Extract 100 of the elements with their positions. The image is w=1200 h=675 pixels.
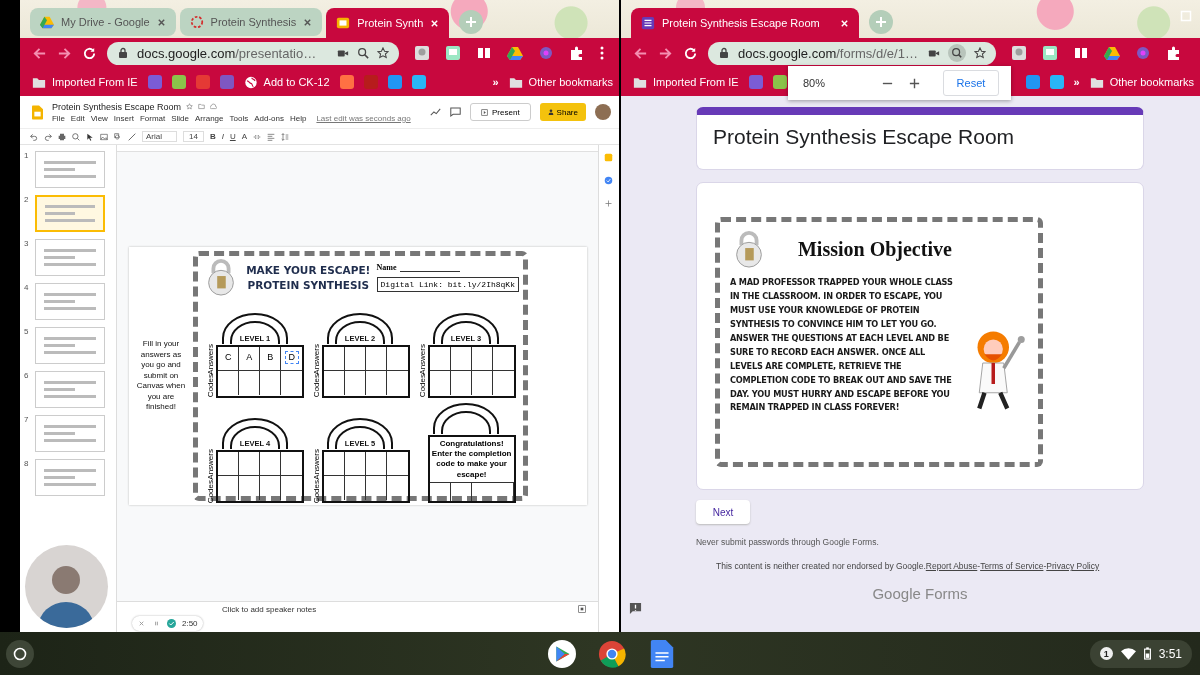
zoom-icon[interactable] bbox=[71, 132, 80, 141]
extension-icon[interactable] bbox=[1010, 45, 1027, 61]
star-icon[interactable] bbox=[376, 47, 389, 59]
reset-button[interactable]: Reset bbox=[942, 70, 999, 96]
footer-link[interactable]: Privacy Policy bbox=[1046, 561, 1100, 571]
bookmark-folder[interactable]: Other bookmarks bbox=[508, 75, 613, 89]
check-icon[interactable] bbox=[166, 619, 176, 628]
extension-icon[interactable] bbox=[444, 45, 461, 61]
extension-icon[interactable] bbox=[413, 45, 430, 61]
comment-icon[interactable] bbox=[450, 107, 462, 117]
image-icon[interactable] bbox=[99, 132, 108, 141]
bookmark-icon[interactable] bbox=[171, 75, 186, 89]
next-button[interactable]: Next bbox=[695, 500, 750, 524]
feedback-icon[interactable] bbox=[628, 602, 642, 615]
slide-thumbnail[interactable] bbox=[34, 371, 105, 408]
bookmark-icon[interactable] bbox=[387, 75, 402, 89]
font-dropdown[interactable]: Arial bbox=[141, 131, 177, 142]
avatar-placeholder[interactable] bbox=[594, 104, 611, 120]
cloud-icon[interactable] bbox=[210, 103, 218, 110]
grid-icon[interactable] bbox=[577, 605, 586, 613]
line-icon[interactable] bbox=[127, 132, 136, 141]
folder-icon[interactable] bbox=[198, 103, 206, 110]
puzzle-icon[interactable] bbox=[1165, 45, 1182, 61]
forward-icon[interactable] bbox=[56, 45, 72, 61]
cursor-icon[interactable] bbox=[85, 132, 94, 141]
menu-item[interactable]: Help bbox=[289, 113, 307, 123]
answer-text[interactable]: B bbox=[263, 350, 278, 364]
menu-item[interactable]: Arrange bbox=[195, 113, 224, 123]
play-store-icon[interactable] bbox=[547, 639, 576, 668]
bookmark-link[interactable]: Add to CK-12 bbox=[243, 75, 330, 89]
reader-icon[interactable] bbox=[475, 45, 492, 61]
document-title[interactable]: Protein Synthesis Escape Room bbox=[51, 101, 182, 112]
menu-item[interactable]: Slide bbox=[171, 113, 189, 123]
address-bar[interactable]: docs.google.com/presentatio… bbox=[106, 41, 399, 65]
overflow-chevron[interactable]: » bbox=[1073, 76, 1080, 88]
format-button[interactable]: I bbox=[221, 132, 224, 141]
menu-item[interactable]: File bbox=[51, 113, 65, 123]
close-icon[interactable] bbox=[839, 18, 849, 28]
print-icon[interactable] bbox=[57, 132, 66, 141]
star-icon[interactable] bbox=[186, 103, 194, 110]
menu-item[interactable]: Tools bbox=[229, 113, 249, 123]
zoom-icon[interactable] bbox=[356, 47, 369, 59]
overflow-chevron[interactable]: » bbox=[492, 76, 499, 88]
undo-icon[interactable] bbox=[29, 132, 38, 141]
status-tray[interactable]: 1 3:51 bbox=[1089, 639, 1192, 668]
format-button[interactable]: U bbox=[229, 132, 236, 141]
last-edit-link[interactable]: Last edit was seconds ago bbox=[316, 113, 411, 123]
bookmark-icon[interactable] bbox=[339, 75, 354, 89]
menu-item[interactable]: Insert bbox=[113, 113, 134, 123]
slide-thumbnail[interactable] bbox=[34, 151, 105, 188]
shape-icon[interactable] bbox=[113, 132, 122, 141]
reload-icon[interactable] bbox=[81, 45, 97, 61]
zoom-in-icon[interactable] bbox=[907, 76, 921, 90]
answer-text[interactable]: D bbox=[284, 350, 300, 364]
answer-text[interactable]: C bbox=[221, 350, 236, 364]
camera-icon[interactable] bbox=[927, 47, 940, 59]
menu-item[interactable]: View bbox=[90, 113, 108, 123]
close-icon[interactable] bbox=[303, 17, 313, 27]
bookmark-icon[interactable] bbox=[411, 75, 426, 89]
back-icon[interactable] bbox=[632, 45, 648, 61]
trend-icon[interactable] bbox=[430, 107, 442, 117]
share-button[interactable]: Share bbox=[539, 103, 586, 121]
menu-item[interactable]: Add-ons bbox=[254, 113, 284, 123]
plus-icon[interactable] bbox=[604, 199, 614, 208]
align-icon[interactable] bbox=[267, 132, 276, 141]
drive-icon[interactable] bbox=[506, 45, 523, 61]
address-bar[interactable]: docs.google.com/forms/d/e/1… bbox=[707, 41, 996, 65]
bookmark-folder[interactable]: Imported From IE bbox=[31, 75, 138, 89]
browser-tab[interactable]: Protein Synthesis Escape Room bbox=[630, 8, 859, 38]
font-size-field[interactable]: 14 bbox=[183, 131, 204, 142]
camera-icon[interactable] bbox=[336, 47, 349, 59]
chrome-icon[interactable] bbox=[597, 639, 626, 668]
answer-text[interactable]: A bbox=[242, 350, 257, 364]
bookmark-folder[interactable]: Other bookmarks bbox=[1089, 75, 1194, 89]
extension-icon[interactable] bbox=[1041, 45, 1058, 61]
format-button[interactable]: A bbox=[241, 132, 248, 141]
bookmark-icon[interactable] bbox=[772, 75, 787, 89]
close-icon[interactable] bbox=[156, 17, 166, 27]
reload-icon[interactable] bbox=[682, 45, 698, 61]
bookmark-icon[interactable] bbox=[1049, 75, 1064, 89]
star-icon[interactable] bbox=[973, 47, 986, 59]
speaker-notes-field[interactable]: Click to add speaker notes bbox=[221, 605, 317, 614]
reader-icon[interactable] bbox=[1072, 45, 1089, 61]
slide-thumbnail[interactable] bbox=[34, 283, 105, 320]
slide-thumbnail[interactable] bbox=[34, 195, 105, 232]
present-button[interactable]: Present bbox=[470, 103, 531, 121]
line-spacing-icon[interactable] bbox=[281, 132, 290, 141]
slide-thumbnail[interactable] bbox=[34, 415, 105, 452]
launcher-button[interactable] bbox=[6, 639, 34, 668]
menu-item[interactable]: Format bbox=[139, 113, 166, 123]
tasks-icon[interactable] bbox=[604, 176, 614, 185]
browser-tab[interactable]: Protein Synthesis bbox=[179, 8, 323, 36]
zoom-icon[interactable] bbox=[947, 44, 966, 62]
menu-item[interactable]: Edit bbox=[70, 113, 85, 123]
slide-thumbnail[interactable] bbox=[34, 327, 105, 364]
notification-badge[interactable]: 1 bbox=[1099, 647, 1113, 660]
bookmark-icon[interactable] bbox=[1025, 75, 1040, 89]
bookmark-folder[interactable]: Imported From IE bbox=[632, 75, 739, 89]
back-icon[interactable] bbox=[31, 45, 47, 61]
puzzle-icon[interactable] bbox=[568, 45, 585, 61]
